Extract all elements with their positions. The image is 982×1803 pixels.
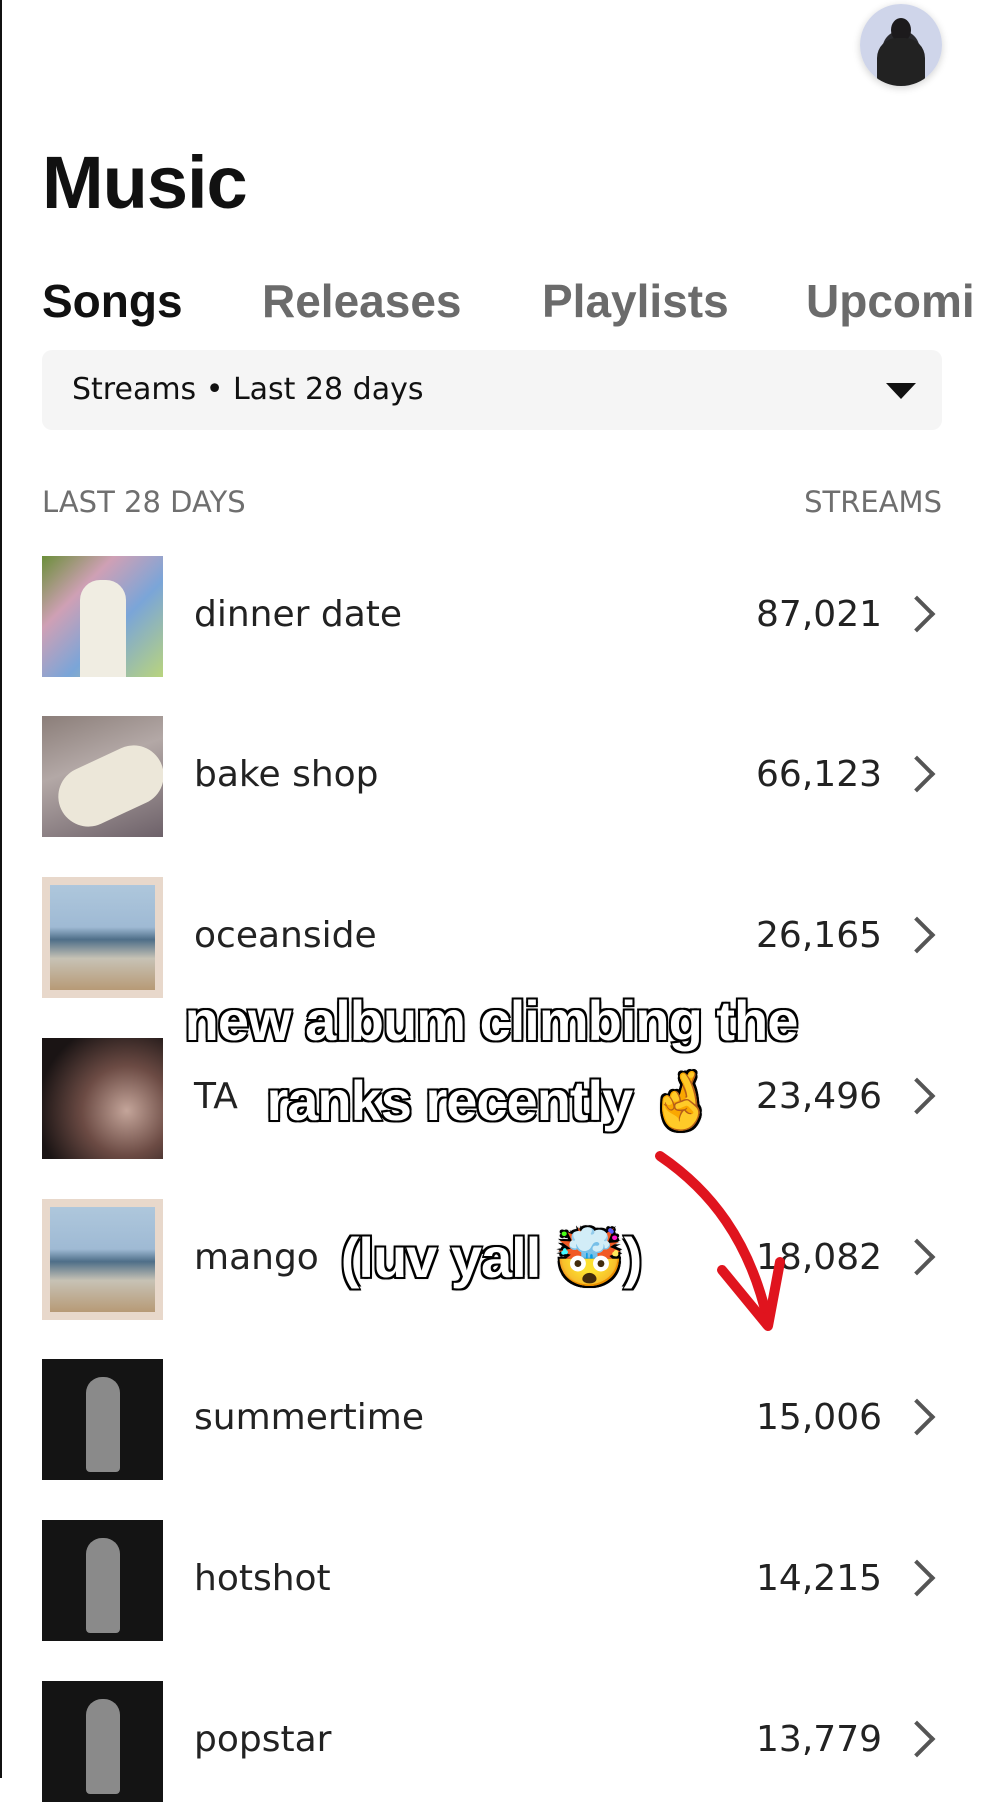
tab-playlists[interactable]: Playlists [542,268,729,334]
song-row[interactable]: hotshot 14,215 [42,1520,942,1642]
profile-avatar[interactable] [860,4,942,86]
tab-releases[interactable]: Releases [262,268,462,334]
stream-count: 13,779 [756,1719,882,1760]
period-header: LAST 28 DAYS [42,485,246,519]
chevron-right-icon [898,916,936,954]
album-art [42,1681,163,1802]
chevron-right-icon [898,755,936,793]
chevron-right-icon [898,595,936,633]
page-title: Music [42,141,248,224]
stream-count: 66,123 [756,754,882,795]
song-name: summertime [194,1397,424,1438]
stream-count: 15,006 [756,1397,882,1438]
chevron-right-icon [898,1398,936,1436]
overlay-caption-line3: (luv yall 🤯) [340,1225,643,1290]
album-art [42,1520,163,1641]
tab-upcoming[interactable]: Upcomi [806,268,975,334]
stream-count: 87,021 [756,594,882,635]
chevron-right-icon [898,1720,936,1758]
song-name: popstar [194,1719,332,1760]
song-name: bake shop [194,754,379,795]
red-arrow-icon [655,1151,785,1331]
album-art [42,1359,163,1480]
song-row[interactable]: bake shop 66,123 [42,716,942,838]
stream-count: 14,215 [756,1558,882,1599]
filter-label: Streams • Last 28 days [72,372,424,407]
streams-header: STREAMS [804,485,942,519]
song-row[interactable]: oceanside 26,165 [42,877,942,999]
avatar-body [877,38,925,86]
song-name: oceanside [194,915,377,956]
screen-edge [0,0,2,1778]
chevron-right-icon [898,1559,936,1597]
song-row[interactable]: popstar 13,779 [42,1681,942,1803]
stream-count: 26,165 [756,915,882,956]
stream-filter-dropdown[interactable]: Streams • Last 28 days [42,350,942,430]
song-row[interactable]: dinner date 87,021 [42,556,942,678]
song-name: dinner date [194,594,403,635]
album-art [42,556,163,677]
list-header: LAST 28 DAYS STREAMS [42,485,942,525]
album-art [42,877,163,998]
tab-songs[interactable]: Songs [42,268,183,334]
overlay-caption-line2: ranks recently 🤞 [265,1068,717,1133]
overlay-caption-line1: new album climbing the [184,988,800,1053]
caret-down-icon [886,383,916,399]
song-row[interactable]: summertime 15,006 [42,1359,942,1481]
album-art [42,716,163,837]
song-name: hotshot [194,1558,331,1599]
